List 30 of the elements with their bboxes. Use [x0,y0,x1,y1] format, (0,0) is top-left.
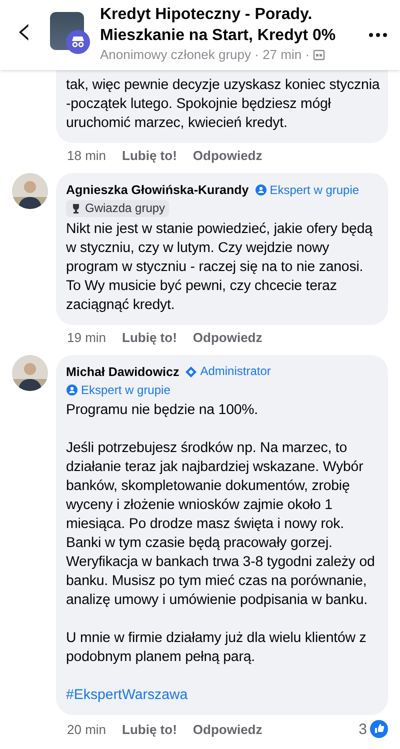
hashtag-link[interactable]: #EkspertWarszawa [66,686,188,705]
like-link[interactable]: Lubię to! [122,330,177,344]
author-name[interactable]: Michał Dawidowicz [66,362,180,380]
comment-text: Nikt nie jest w stanie powiedzieć, jakie ofery będą w styczniu, czy w lutym. Czy wejdzie nowy program w styczniu - raczej się na to nie zanosi. To Wy musicie być pewni, czy chcecie teraz zaciągnąć kredyt. [66,220,374,314]
reply-link[interactable]: Odpowiedz [192,148,262,163]
group-icon [312,49,325,61]
reaction-count: 3 [358,720,367,738]
post-author-meta: Anonimowy członek grupy · 27 min · [100,46,310,64]
like-icon[interactable] [370,720,388,738]
like-link[interactable]: Lubię to! [122,148,177,163]
group-title[interactable]: Kredyt Hipoteczny - Porady. Mieszkanie na Start, Kredyt 0% [100,4,358,46]
comment-text: Programu nie będzie na 100%. [66,401,260,420]
incognito-icon [66,30,90,54]
comment-text: tak, więc pewnie decyzje uzyskasz koniec stycznia -początek lutego. Spokojnie będziesz mógł uruchomić marzec, kwiecień kredyt. [66,76,380,133]
author-name[interactable]: Agnieszka Głowińska-Kurandy [66,181,249,199]
comment-text: Jeśli potrzebujesz środków np. Na marzec, to działanie teraz jak najbardziej wskazane. Wybór banków, skompletowanie dokumentów, zrobię wyceny i złożenie wniosków zajmie około 1 miesiąca. Po drodze masz święta i nowy rok. Banki w tym czasie będą pracowały gorzej. Weryfikacja w bankach trwa 3-8 tygodni zależy od banku. Musisz po tym mieć czas na porównanie, analizę umowy i umówienie podpisania w banku. [66,439,376,610]
back-button[interactable]: ‹ [10,11,40,57]
member-badge: Ekspert w grupie [66,382,170,398]
comment-time: 19 min [67,330,106,344]
avatar[interactable] [12,173,48,209]
reply-link[interactable]: Odpowiedz [192,722,262,736]
avatar[interactable] [12,354,48,390]
reply-link[interactable]: Odpowiedz [192,330,262,344]
member-badge: Gwiazda grupy [66,200,170,217]
comment-time: 18 min [67,148,106,163]
comment-time: 20 min [67,722,106,736]
comment-text: U mnie w firmie działamy już dla wielu klientów z podobnym planem pełną parą. [66,629,368,667]
member-badge: Ekspert w grupie [254,182,360,198]
member-badge: Administrator [185,363,271,380]
like-link[interactable]: Lubię to! [122,722,177,736]
